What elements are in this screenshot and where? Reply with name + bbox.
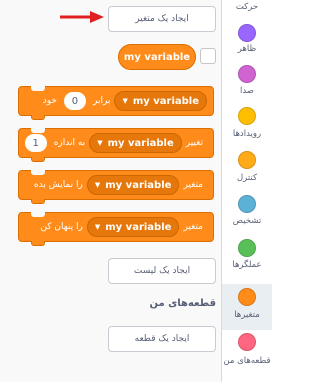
category-operators[interactable]: عملگرها [222,239,272,287]
variables-category-icon [238,288,256,306]
block-text: تا [12,138,18,148]
category-events[interactable]: رویدادها [222,107,272,155]
my-blocks-heading: قطعه‌های من [149,298,216,309]
events-category-icon [238,107,256,125]
category-my-blocks[interactable]: قطعه‌های من [222,331,272,379]
sound-category-icon [238,65,256,83]
block-text: تغییر [185,138,203,148]
category-label: ظاهر [237,44,257,54]
block-text: خود [42,96,57,106]
variable-dropdown[interactable]: ▼ my variable [89,133,182,153]
category-label: تشخیص [232,216,262,226]
block-text: متغیر [183,222,203,232]
variable-dropdown[interactable]: ▼ my variable [114,91,207,111]
value-input[interactable]: 0 [63,92,86,110]
block-text: برابر [92,96,111,106]
category-menu: حرکت ظاهر صدا رویدادها کنترل تشخیص عملگر… [222,0,272,382]
set-variable-block[interactable]: خود 0 برابر ▼ my variable [18,86,214,120]
block-text: به اندازه [53,138,86,148]
category-label: صدا [239,86,255,96]
category-sensing[interactable]: تشخیص [222,195,272,243]
change-variable-block[interactable]: تا 1 به اندازه ▼ my variable تغییر [12,128,214,162]
category-variables[interactable]: متغیرها [222,284,272,330]
chevron-down-icon: ▼ [94,223,101,231]
make-list-button[interactable]: ایجاد یک لیست [108,258,216,284]
operators-category-icon [238,239,256,257]
variable-reporter[interactable]: my variable [118,44,196,70]
looks-category-icon [238,24,256,42]
block-text: را پنهان کن [40,222,83,232]
category-label: عملگرها [232,260,262,270]
category-label: قطعه‌های من [223,356,271,366]
category-motion[interactable]: حرکت [222,0,272,26]
sensing-category-icon [238,195,256,213]
category-label: رویدادها [232,129,262,139]
variable-monitor-checkbox[interactable] [200,48,216,64]
block-text: متغیر [183,180,203,190]
category-sound[interactable]: صدا [222,65,272,113]
block-text: را نمایش بده [33,180,83,190]
chevron-down-icon: ▼ [94,181,101,189]
category-label: حرکت [235,2,259,12]
make-variable-button[interactable]: ایجاد یک متغیر [108,6,216,32]
show-variable-block[interactable]: را نمایش بده ▼ my variable متغیر [18,170,214,204]
chevron-down-icon: ▼ [122,97,128,105]
block-palette: ایجاد یک متغیر my variable خود 0 برابر ▼… [0,0,222,382]
my-blocks-category-icon [238,333,256,351]
red-arrow-icon [60,11,104,23]
variable-dropdown[interactable]: ▼ my variable [86,217,180,237]
control-category-icon [238,151,256,169]
category-label: کنترل [236,173,258,183]
category-label: متغیرها [234,310,260,320]
hide-variable-block[interactable]: را پنهان کن ▼ my variable متغیر [18,212,214,246]
make-block-button[interactable]: ایجاد یک قطعه [108,326,216,352]
category-control[interactable]: کنترل [222,151,272,199]
variable-dropdown[interactable]: ▼ my variable [86,175,180,195]
chevron-down-icon: ▼ [97,139,103,147]
value-input[interactable]: 1 [24,134,47,152]
